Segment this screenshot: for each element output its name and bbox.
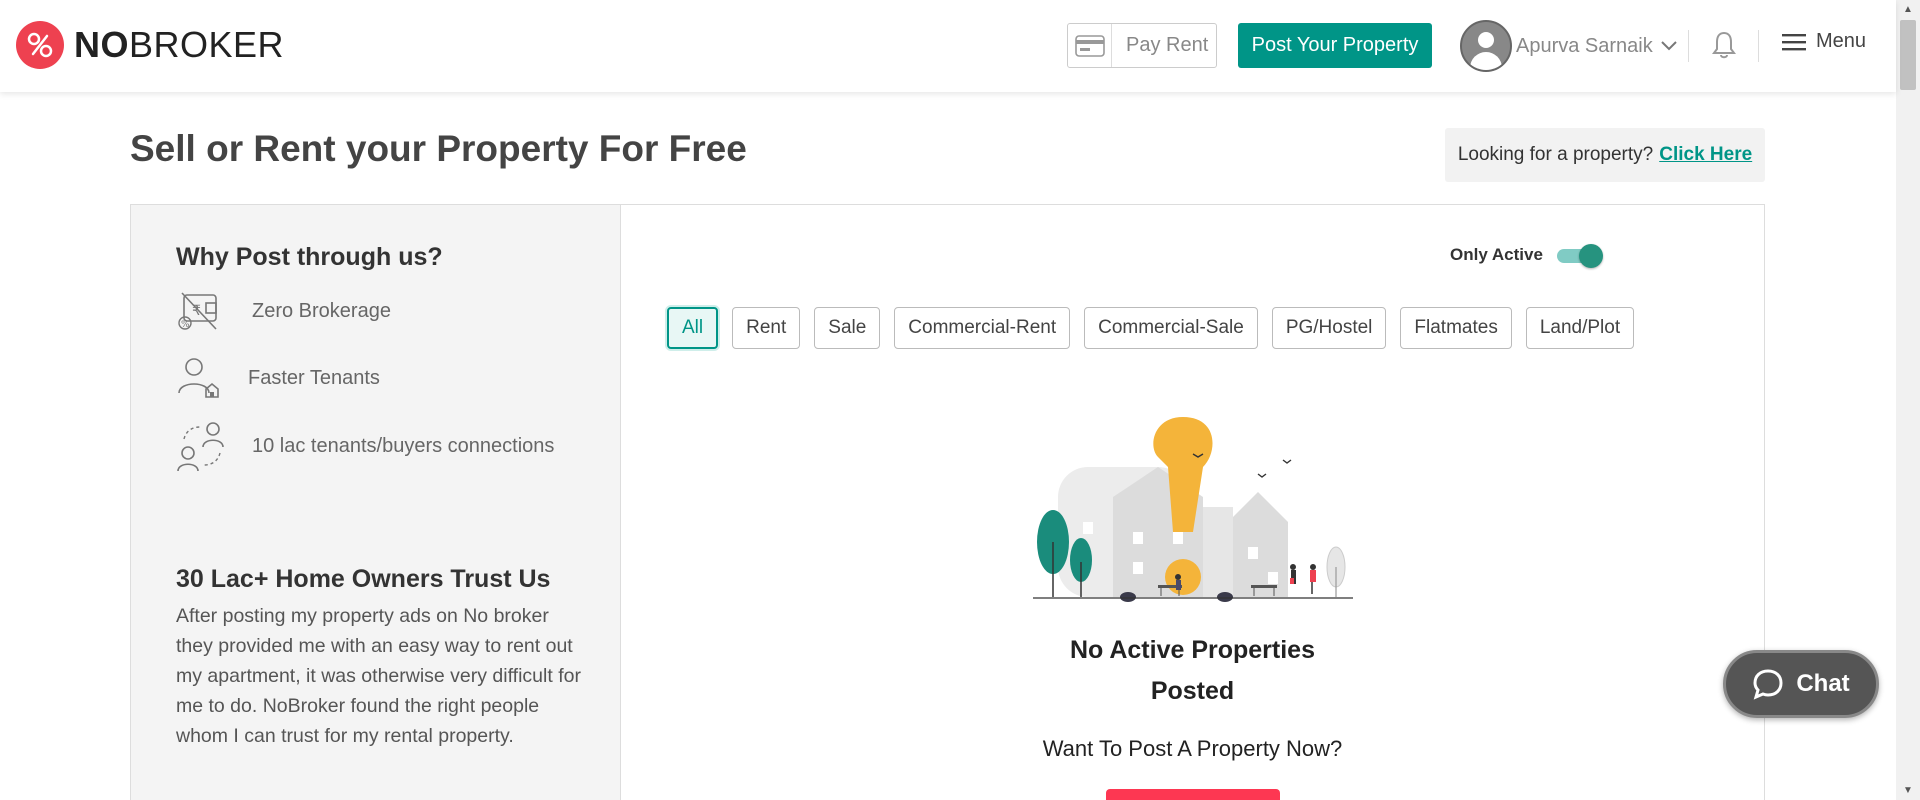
post-property-panel: Why Post through us? ₹ % Zero Brokerage … (130, 204, 1765, 800)
trust-title: 30 Lac+ Home Owners Trust Us (176, 565, 551, 593)
logo-mark-icon (16, 21, 64, 69)
benefit-faster-tenants: Faster Tenants (176, 355, 380, 401)
looking-for-property-banner: Looking for a property? Click Here (1445, 128, 1765, 182)
looking-text: Looking for a property? (1457, 144, 1654, 165)
post-property-now-button[interactable] (1106, 789, 1280, 800)
page-title: Sell or Rent your Property For Free (130, 128, 747, 169)
click-here-link[interactable]: Click Here (1659, 144, 1752, 166)
testimonial-text: After posting my property ads on No brok… (176, 605, 581, 747)
benefit-label: 10 lac tenants/buyers connections (252, 434, 555, 457)
scroll-down-arrow-icon[interactable]: ▼ (1903, 785, 1913, 796)
page-scrollbar[interactable]: ▲ ▼ (1896, 0, 1920, 800)
benefit-zero-brokerage: ₹ % Zero Brokerage (176, 289, 391, 333)
only-active-label: Only Active (1450, 245, 1543, 264)
empty-state-subtitle: Want To Post A Property Now? (1042, 736, 1343, 761)
filter-rent[interactable]: Rent (732, 307, 801, 349)
empty-state-illustration (1033, 412, 1353, 607)
scroll-up-arrow-icon[interactable]: ▲ (1903, 4, 1913, 15)
filter-commercial-rent[interactable]: Commercial-Rent (894, 307, 1071, 349)
chat-button[interactable]: Chat (1723, 650, 1879, 718)
filter-land-plot[interactable]: Land/Plot (1525, 307, 1635, 349)
menu-button[interactable]: Menu (1782, 30, 1866, 53)
zero-brokerage-icon: ₹ % (178, 292, 217, 330)
connections-icon (177, 422, 224, 472)
chevron-down-icon (1661, 41, 1677, 51)
only-active-control: Only Active (1450, 244, 1603, 268)
chat-label: Chat (1796, 670, 1850, 697)
nobroker-logo[interactable]: NOBROKER (16, 21, 284, 69)
filter-commercial-sale[interactable]: Commercial-Sale (1084, 307, 1258, 349)
property-type-filters: All Rent Sale Commercial-Rent Commercial… (667, 307, 1648, 349)
filter-all[interactable]: All (667, 307, 719, 349)
benefit-label: Faster Tenants (248, 366, 380, 389)
empty-state-title: No Active Properties Posted (1020, 630, 1365, 712)
credit-card-icon (1068, 24, 1112, 67)
filter-flatmates[interactable]: Flatmates (1400, 307, 1512, 349)
scrollbar-thumb[interactable] (1900, 20, 1916, 90)
filter-pg-hostel[interactable]: PG/Hostel (1271, 307, 1387, 349)
empty-title-line1: No Active Properties (1070, 636, 1315, 664)
logo-text: NOBROKER (74, 24, 285, 65)
bell-icon[interactable] (1712, 31, 1736, 64)
header-divider (1758, 30, 1759, 62)
user-name: Apurva Sarnaik (1516, 34, 1653, 57)
menu-label: Menu (1816, 30, 1867, 52)
header-divider (1688, 30, 1689, 62)
tenant-icon (178, 358, 219, 398)
user-avatar-icon (1460, 20, 1512, 72)
user-profile-dropdown[interactable]: Apurva Sarnaik (1460, 20, 1677, 72)
svg-text:%: % (181, 320, 190, 330)
why-post-sidebar: Why Post through us? ₹ % Zero Brokerage … (131, 205, 621, 800)
only-active-toggle[interactable] (1556, 244, 1603, 268)
benefit-label: Zero Brokerage (252, 299, 391, 322)
empty-title-line2: Posted (1150, 677, 1235, 705)
pay-rent-label: Pay Rent (1126, 34, 1209, 56)
post-your-property-button[interactable]: Post Your Property (1238, 23, 1432, 68)
hamburger-menu-icon (1782, 33, 1806, 50)
benefit-connections: 10 lac tenants/buyers connections (176, 419, 554, 473)
filter-sale[interactable]: Sale (814, 307, 881, 349)
chat-bubble-icon (1753, 669, 1783, 700)
why-post-title: Why Post through us? (176, 243, 443, 271)
top-header: NOBROKER Pay Rent Post Your Property Apu… (0, 0, 1896, 92)
pay-rent-button[interactable]: Pay Rent (1067, 23, 1217, 68)
